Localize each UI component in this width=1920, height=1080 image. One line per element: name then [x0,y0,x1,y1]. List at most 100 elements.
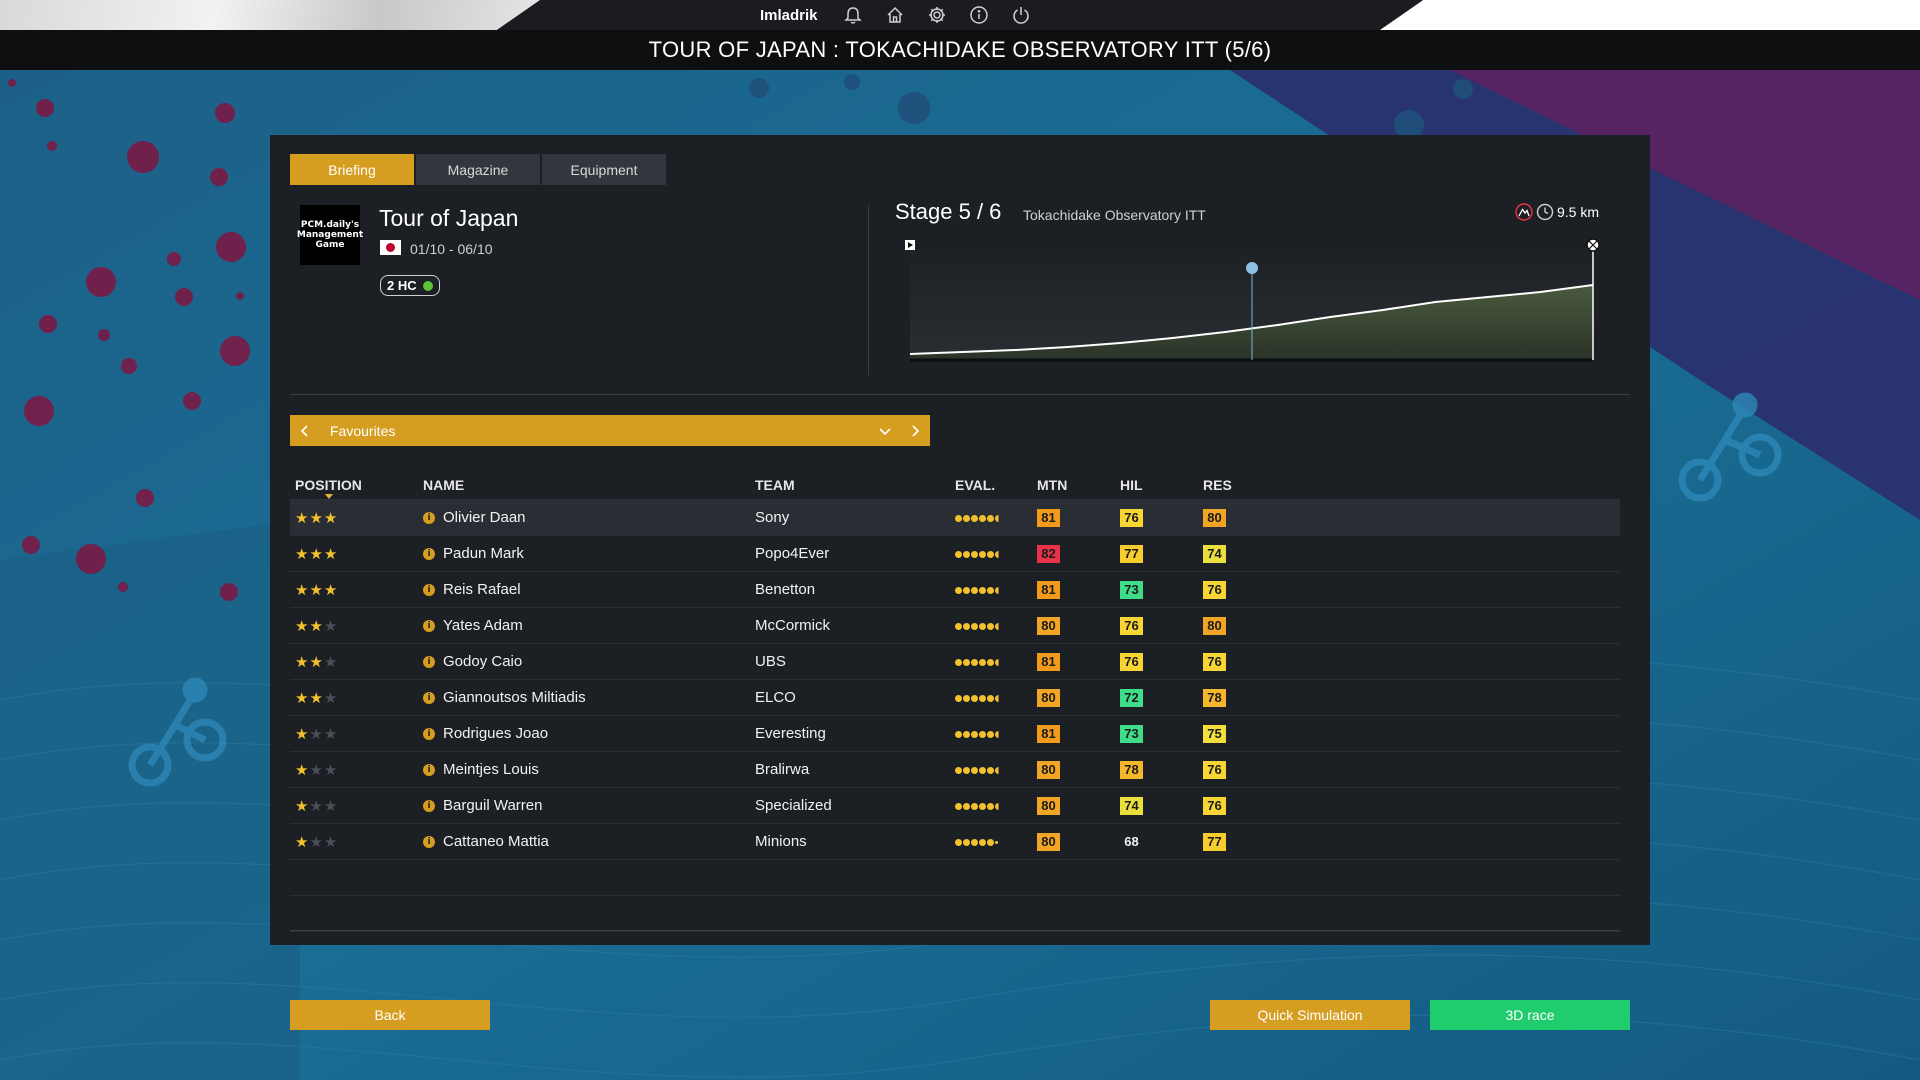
header-hil[interactable]: HIL [1120,477,1203,493]
rider-info-icon[interactable]: i [423,799,435,812]
top-left-decoration [0,0,540,30]
stage-title: Stage 5 / 6 [895,199,1002,224]
rider-team[interactable]: Minions [755,833,955,850]
rider-team[interactable]: McCormick [755,617,955,634]
rider-name[interactable]: Godoy Caio [443,653,522,670]
favourites-selector[interactable]: Favourites [290,415,930,446]
tab-magazine[interactable]: Magazine [416,154,540,185]
header-mtn[interactable]: MTN [1037,477,1120,493]
eval-dot [971,767,978,774]
hil-cell: 68 [1120,833,1203,851]
rider-name[interactable]: Olivier Daan [443,509,526,526]
rider-name[interactable]: Giannoutsos Miltiadis [443,689,586,706]
header-eval[interactable]: EVAL. [955,477,1037,493]
position-stars: ★ ★ ★ [290,581,423,599]
eval-dot [987,767,994,774]
position-stars: ★ ★ ★ [290,797,423,815]
header-res[interactable]: RES [1203,477,1286,493]
tab-equipment[interactable]: Equipment [542,154,666,185]
header-position[interactable]: POSITION [290,477,423,493]
rider-info-icon[interactable]: i [423,619,435,632]
tab-briefing[interactable]: Briefing [290,154,414,185]
table-row[interactable]: ★ ★ ★ i Olivier Daan Sony 81 76 80 [290,500,1620,536]
eval-dot [963,731,970,738]
rider-info-icon[interactable]: i [423,547,435,560]
mtn-value: 81 [1037,652,1060,671]
rider-info-icon[interactable]: i [423,511,435,524]
star-icon: ★ [323,725,338,743]
header-team[interactable]: TEAM [755,477,955,493]
rider-info-icon[interactable]: i [423,583,435,596]
star-icon: ★ [295,725,309,743]
star-icon: ★ [295,653,309,671]
rider-info-icon[interactable]: i [423,763,435,776]
position-stars: ★ ★ ★ [290,689,423,707]
table-row[interactable]: ★ ★ ★ i Meintjes Louis Bralirwa 80 78 76 [290,752,1620,788]
rider-name[interactable]: Barguil Warren [443,797,542,814]
chevron-down-icon[interactable] [870,415,900,446]
rider-evaluation [955,509,1037,526]
table-row[interactable]: ★ ★ ★ i Reis Rafael Benetton 81 73 76 [290,572,1620,608]
mtn-cell: 81 [1037,580,1120,599]
eval-dot [963,623,970,630]
chevron-left-icon[interactable] [290,415,320,446]
rider-info-icon[interactable]: i [423,691,435,704]
rider-name[interactable]: Yates Adam [443,617,523,634]
table-row[interactable]: ★ ★ ★ i Rodrigues Joao Everesting 81 73 75 [290,716,1620,752]
rider-name-cell: i Olivier Daan [423,509,755,526]
eval-dot-half [995,551,1002,558]
hil-cell: 76 [1120,616,1203,635]
rider-info-icon[interactable]: i [423,727,435,740]
rider-info-icon[interactable]: i [423,655,435,668]
table-row[interactable]: ★ ★ ★ i Giannoutsos Miltiadis ELCO 80 72 78 [290,680,1620,716]
eval-dot [955,515,962,522]
table-row[interactable]: ★ ★ ★ i Barguil Warren Specialized 80 74 76 [290,788,1620,824]
rider-team[interactable]: Bralirwa [755,761,955,778]
stage-name: Tokachidake Observatory ITT [1023,207,1206,223]
gear-icon[interactable] [926,4,948,26]
rider-name[interactable]: Meintjes Louis [443,761,539,778]
star-icon: ★ [295,545,309,563]
bell-icon[interactable] [842,4,864,26]
rider-team[interactable]: Sony [755,509,955,526]
rider-team[interactable]: Popo4Ever [755,545,955,562]
rider-name[interactable]: Reis Rafael [443,581,521,598]
quick-simulation-button[interactable]: Quick Simulation [1210,1000,1410,1030]
res-cell: 76 [1203,652,1286,671]
rider-evaluation [955,581,1037,598]
hil-cell: 73 [1120,580,1203,599]
hil-value: 74 [1120,796,1143,815]
eval-dot [955,767,962,774]
rider-team[interactable]: ELCO [755,689,955,706]
power-icon[interactable] [1010,4,1032,26]
table-row[interactable]: ★ ★ ★ i Yates Adam McCormick 80 76 80 [290,608,1620,644]
rider-team[interactable]: Everesting [755,725,955,742]
res-cell: 74 [1203,544,1286,563]
res-cell: 78 [1203,688,1286,707]
rider-info-icon[interactable]: i [423,835,435,848]
eval-dot [955,659,962,666]
table-row[interactable]: ★ ★ ★ i Padun Mark Popo4Ever 82 77 74 [290,536,1620,572]
rider-team[interactable]: UBS [755,653,955,670]
rider-team[interactable]: Benetton [755,581,955,598]
res-cell: 75 [1203,724,1286,743]
rider-team[interactable]: Specialized [755,797,955,814]
eval-dot-half [995,659,1002,666]
rider-name[interactable]: Rodrigues Joao [443,725,548,742]
race-3d-button[interactable]: 3D race [1430,1000,1630,1030]
info-icon[interactable] [968,4,990,26]
home-icon[interactable] [884,4,906,26]
back-button[interactable]: Back [290,1000,490,1030]
race-dates: 01/10 - 06/10 [410,241,493,257]
star-icon: ★ [295,581,309,599]
eval-dot [955,839,962,846]
header-name[interactable]: NAME [423,477,755,493]
mtn-value: 80 [1037,688,1060,707]
favourites-label[interactable]: Favourites [320,423,870,439]
rider-name[interactable]: Cattaneo Mattia [443,833,549,850]
eval-dot [963,587,970,594]
table-row[interactable]: ★ ★ ★ i Cattaneo Mattia Minions 80 68 77 [290,824,1620,860]
table-row[interactable]: ★ ★ ★ i Godoy Caio UBS 81 76 76 [290,644,1620,680]
chevron-right-icon[interactable] [900,415,930,446]
rider-name[interactable]: Padun Mark [443,545,524,562]
